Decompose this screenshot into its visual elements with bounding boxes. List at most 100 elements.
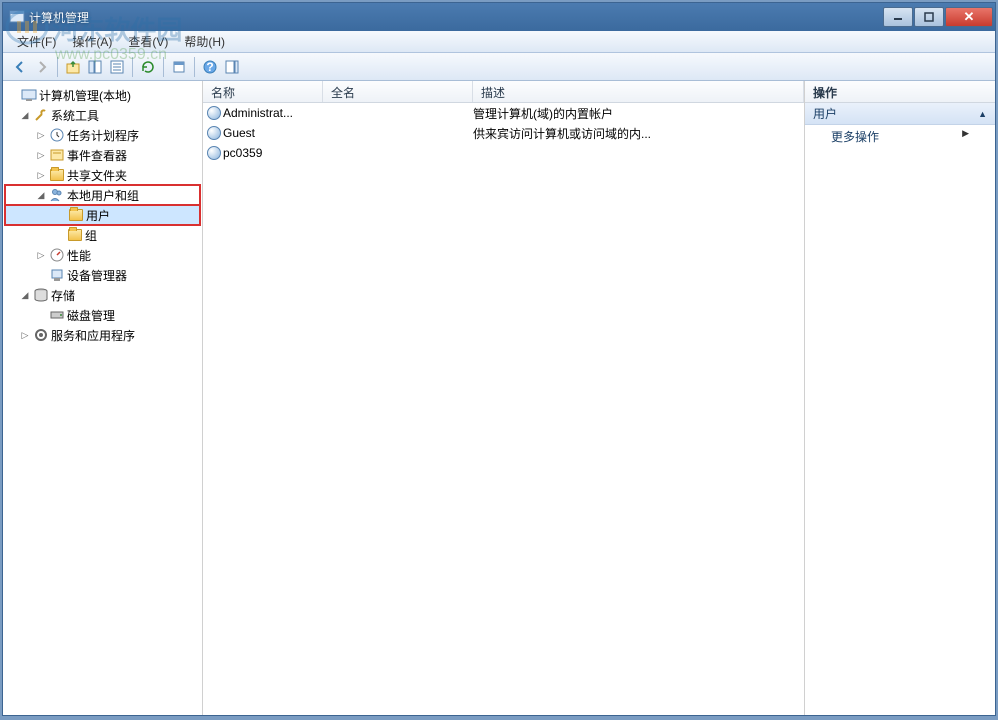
shared-folder-icon <box>49 167 65 183</box>
col-desc[interactable]: 描述 <box>473 81 804 102</box>
tree-event-viewer[interactable]: ▷ 事件查看器 <box>5 145 200 165</box>
action-more[interactable]: 更多操作 ▶ <box>805 125 995 147</box>
close-button[interactable]: ✕ <box>945 7 993 27</box>
user-icon <box>207 126 221 140</box>
nav-back-button[interactable] <box>9 56 31 78</box>
device-icon <box>49 267 65 283</box>
list-row[interactable]: pc0359 <box>203 143 804 163</box>
tree-task-scheduler[interactable]: ▷ 任务计划程序 <box>5 125 200 145</box>
tree-storage[interactable]: ◢ 存储 <box>5 285 200 305</box>
computer-mgmt-icon <box>21 87 37 103</box>
action-category[interactable]: 用户 ▲ <box>805 103 995 125</box>
tree-disk-management[interactable]: 磁盘管理 <box>5 305 200 325</box>
tree-label: 系统工具 <box>51 107 99 124</box>
tools-icon <box>33 107 49 123</box>
list-row[interactable]: Administrat... 管理计算机(域)的内置帐户 <box>203 103 804 123</box>
tree-label: 性能 <box>67 247 91 264</box>
expander-expand-icon: ▷ <box>35 149 47 161</box>
event-icon <box>49 147 65 163</box>
col-fullname[interactable]: 全名 <box>323 81 473 102</box>
user-icon <box>207 146 221 160</box>
app-icon <box>9 9 25 25</box>
export-list-button[interactable] <box>168 56 190 78</box>
menu-view[interactable]: 查看(V) <box>120 31 176 52</box>
menu-action[interactable]: 操作(A) <box>64 31 120 52</box>
tree-performance[interactable]: ▷ 性能 <box>5 245 200 265</box>
storage-icon <box>33 287 49 303</box>
window-title: 计算机管理 <box>29 9 882 26</box>
folder-icon <box>67 227 83 243</box>
nav-forward-button[interactable] <box>31 56 53 78</box>
main-body: 计算机管理(本地) ◢ 系统工具 ▷ 任务计划程序 ▷ 事件查看器 <box>3 81 995 715</box>
tree-label: 本地用户和组 <box>67 187 139 204</box>
toolbar: ? <box>3 53 995 81</box>
expander-icon <box>35 269 47 281</box>
tree-services-apps[interactable]: ▷ 服务和应用程序 <box>5 325 200 345</box>
cell-desc: 供来宾访问计算机或访问域的内... <box>473 125 804 142</box>
expander-collapse-icon: ◢ <box>19 109 31 121</box>
tree-local-users-groups[interactable]: ◢ 本地用户和组 <box>5 185 200 205</box>
submenu-arrow-icon: ▶ <box>962 128 969 144</box>
properties-button[interactable] <box>106 56 128 78</box>
tree-label: 计算机管理(本地) <box>39 87 131 104</box>
tree-label: 共享文件夹 <box>67 167 127 184</box>
maximize-button[interactable] <box>914 7 944 27</box>
expander-icon <box>54 209 66 221</box>
tree-root[interactable]: 计算机管理(本地) <box>5 85 200 105</box>
cell-desc: 管理计算机(域)的内置帐户 <box>473 105 804 122</box>
tree-label: 用户 <box>86 207 110 224</box>
expander-icon <box>7 89 19 101</box>
refresh-button[interactable] <box>137 56 159 78</box>
expander-collapse-icon: ◢ <box>35 189 47 201</box>
expander-expand-icon: ▷ <box>35 169 47 181</box>
expander-expand-icon: ▷ <box>19 329 31 341</box>
expander-collapse-icon: ◢ <box>19 289 31 301</box>
list-rows: Administrat... 管理计算机(域)的内置帐户 Guest 供来宾访问… <box>203 103 804 715</box>
folder-icon <box>68 207 84 223</box>
tree-label: 事件查看器 <box>67 147 127 164</box>
disk-icon <box>49 307 65 323</box>
action-link-label: 更多操作 <box>831 128 879 144</box>
expander-icon <box>53 229 65 241</box>
tree-label: 磁盘管理 <box>67 307 115 324</box>
show-hide-tree-button[interactable] <box>84 56 106 78</box>
cell-name: Administrat... <box>223 106 293 120</box>
tree-shared-folders[interactable]: ▷ 共享文件夹 <box>5 165 200 185</box>
expander-icon <box>35 309 47 321</box>
performance-icon <box>49 247 65 263</box>
toolbar-separator <box>163 57 164 77</box>
list-header: 名称 全名 描述 <box>203 81 804 103</box>
svg-text:?: ? <box>206 60 213 74</box>
toolbar-separator <box>132 57 133 77</box>
collapse-icon: ▲ <box>978 109 987 119</box>
titlebar[interactable]: 计算机管理 ✕ <box>3 3 995 31</box>
user-icon <box>207 106 221 120</box>
tree-label: 服务和应用程序 <box>51 327 135 344</box>
action-panel-header: 操作 <box>805 81 995 103</box>
tree-label: 存储 <box>51 287 75 304</box>
show-action-pane-button[interactable] <box>221 56 243 78</box>
menu-file[interactable]: 文件(F) <box>9 31 64 52</box>
minimize-button[interactable] <box>883 7 913 27</box>
list-row[interactable]: Guest 供来宾访问计算机或访问域的内... <box>203 123 804 143</box>
cell-name: pc0359 <box>223 146 262 160</box>
help-button[interactable]: ? <box>199 56 221 78</box>
tree-groups[interactable]: 组 <box>5 225 200 245</box>
menu-help[interactable]: 帮助(H) <box>176 31 233 52</box>
cell-name: Guest <box>223 126 255 140</box>
tree-users[interactable]: 用户 <box>5 205 200 225</box>
expander-expand-icon: ▷ <box>35 129 47 141</box>
action-category-label: 用户 <box>813 105 837 122</box>
tree-device-manager[interactable]: 设备管理器 <box>5 265 200 285</box>
toolbar-separator <box>194 57 195 77</box>
tree-system-tools[interactable]: ◢ 系统工具 <box>5 105 200 125</box>
tree-label: 设备管理器 <box>67 267 127 284</box>
toolbar-separator <box>57 57 58 77</box>
app-window: 计算机管理 ✕ 文件(F) 操作(A) 查看(V) 帮助(H) ? <box>2 2 996 716</box>
up-level-button[interactable] <box>62 56 84 78</box>
tree-label: 组 <box>85 227 97 244</box>
menubar: 文件(F) 操作(A) 查看(V) 帮助(H) <box>3 31 995 53</box>
action-panel: 操作 用户 ▲ 更多操作 ▶ <box>805 81 995 715</box>
services-icon <box>33 327 49 343</box>
col-name[interactable]: 名称 <box>203 81 323 102</box>
